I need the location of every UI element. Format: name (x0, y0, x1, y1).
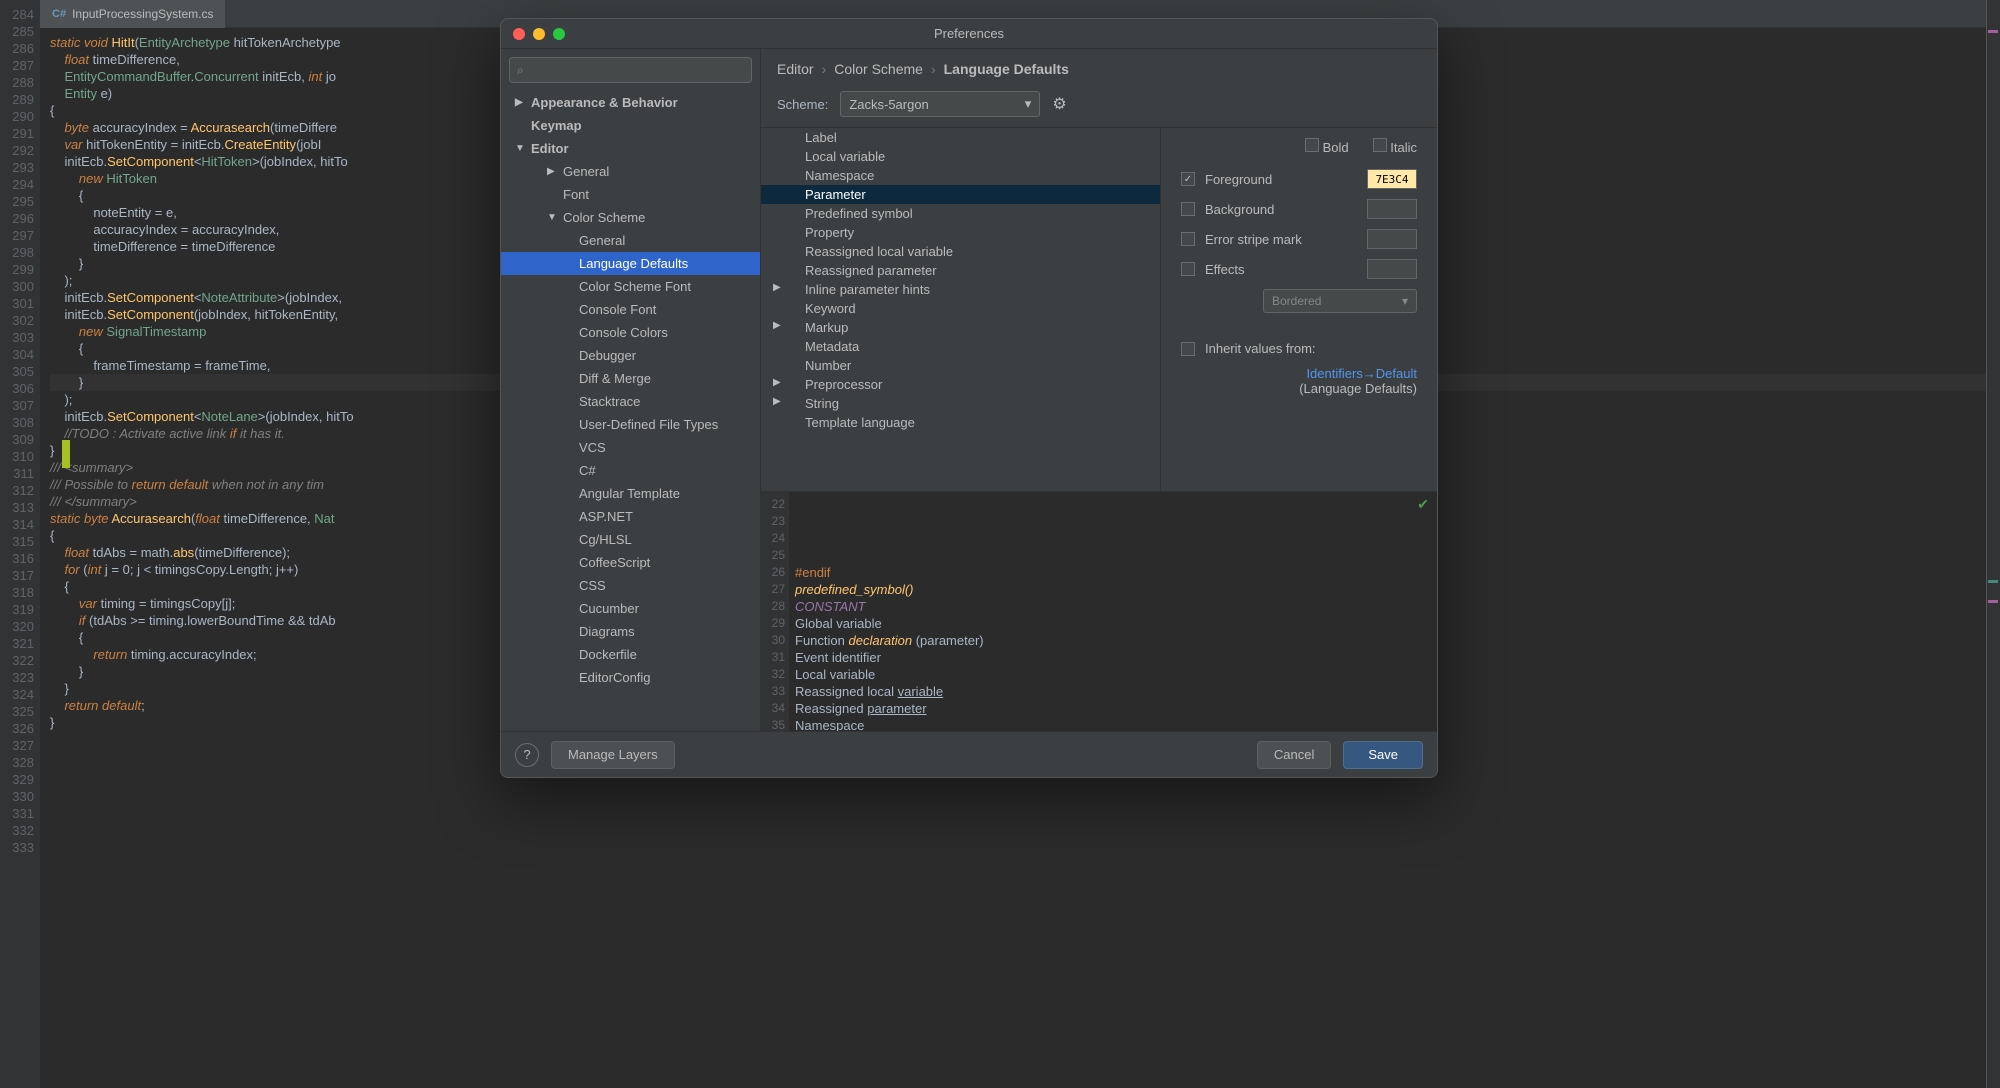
close-icon[interactable] (513, 28, 525, 40)
bold-check[interactable]: Bold (1305, 138, 1349, 155)
dialog-title: Preferences (934, 26, 1004, 41)
inherit-label: Inherit values from: (1205, 341, 1417, 356)
sidebar-item-color-scheme[interactable]: ▼Color Scheme (501, 206, 760, 229)
chevron-down-icon: ▾ (1025, 96, 1032, 112)
scheme-row: Scheme: Zacks-5argon▾ ⚙ (761, 77, 1437, 128)
chevron-down-icon: ▾ (1402, 294, 1408, 308)
background-check[interactable] (1181, 202, 1195, 216)
scheme-label: Scheme: (777, 97, 828, 112)
attr-string[interactable]: ▶String (761, 394, 1160, 413)
status-ok-icon: ✔ (1417, 496, 1429, 513)
sidebar-item-font[interactable]: Font (501, 183, 760, 206)
sidebar-item-editor[interactable]: ▼Editor (501, 137, 760, 160)
effects-label: Effects (1205, 262, 1357, 277)
attr-number[interactable]: Number (761, 356, 1160, 375)
change-marker (62, 440, 70, 468)
effects-type-select[interactable]: Bordered▾ (1263, 289, 1417, 313)
foreground-swatch[interactable]: 7E3C4 (1367, 169, 1417, 189)
help-button[interactable]: ? (515, 743, 539, 767)
cancel-button[interactable]: Cancel (1257, 741, 1331, 769)
sidebar-item-appearance-behavior[interactable]: ▶Appearance & Behavior (501, 91, 760, 114)
gear-icon[interactable]: ⚙ (1052, 94, 1066, 114)
sidebar-item-color-scheme-font[interactable]: Color Scheme Font (501, 275, 760, 298)
inherit-link[interactable]: Identifiers→Default (1181, 366, 1417, 381)
sidebar-item-vcs[interactable]: VCS (501, 436, 760, 459)
settings-search-input[interactable] (509, 57, 752, 83)
attr-parameter[interactable]: Parameter (761, 185, 1160, 204)
sidebar-item-keymap[interactable]: Keymap (501, 114, 760, 137)
window-controls (513, 28, 565, 40)
inherit-sub: (Language Defaults) (1181, 381, 1417, 396)
attr-label[interactable]: Label (761, 128, 1160, 147)
attr-preprocessor[interactable]: ▶Preprocessor (761, 375, 1160, 394)
breadcrumb: Editor›Color Scheme›Language Defaults (761, 49, 1437, 77)
sidebar-item-stacktrace[interactable]: Stacktrace (501, 390, 760, 413)
sidebar-item-asp-net[interactable]: ASP.NET (501, 505, 760, 528)
line-number-gutter: 2842852862872882892902912922932942952962… (0, 0, 40, 1088)
manage-layers-button[interactable]: Manage Layers (551, 741, 675, 769)
attr-namespace[interactable]: Namespace (761, 166, 1160, 185)
sidebar-item-console-font[interactable]: Console Font (501, 298, 760, 321)
right-rail (1986, 0, 2000, 1088)
titlebar: Preferences (501, 19, 1437, 49)
attr-markup[interactable]: ▶Markup (761, 318, 1160, 337)
settings-sidebar: ⌕ ▶Appearance & BehaviorKeymap▼Editor▶Ge… (501, 49, 761, 731)
preview-pane: ✔ 2223242526272829303132333435 #endifpre… (761, 491, 1437, 731)
sidebar-item-coffeescript[interactable]: CoffeeScript (501, 551, 760, 574)
sidebar-item-diagrams[interactable]: Diagrams (501, 620, 760, 643)
sidebar-item-console-colors[interactable]: Console Colors (501, 321, 760, 344)
error-stripe-swatch[interactable] (1367, 229, 1417, 249)
sidebar-item-editorconfig[interactable]: EditorConfig (501, 666, 760, 689)
inherit-check[interactable] (1181, 342, 1195, 356)
sidebar-item-c-[interactable]: C# (501, 459, 760, 482)
error-stripe-check[interactable] (1181, 232, 1195, 246)
sidebar-item-cucumber[interactable]: Cucumber (501, 597, 760, 620)
minimize-icon[interactable] (533, 28, 545, 40)
zoom-icon[interactable] (553, 28, 565, 40)
scheme-select[interactable]: Zacks-5argon▾ (840, 91, 1040, 117)
tab-lang-badge: C# (52, 8, 66, 20)
tab-filename: InputProcessingSystem.cs (72, 7, 213, 21)
sidebar-item-user-defined-file-types[interactable]: User-Defined File Types (501, 413, 760, 436)
sidebar-item-dockerfile[interactable]: Dockerfile (501, 643, 760, 666)
sidebar-item-css[interactable]: CSS (501, 574, 760, 597)
background-swatch[interactable] (1367, 199, 1417, 219)
save-button[interactable]: Save (1343, 741, 1423, 769)
attr-predefined-symbol[interactable]: Predefined symbol (761, 204, 1160, 223)
sidebar-item-general[interactable]: ▶General (501, 160, 760, 183)
attr-metadata[interactable]: Metadata (761, 337, 1160, 356)
foreground-check[interactable] (1181, 172, 1195, 186)
file-tab[interactable]: C# InputProcessingSystem.cs (40, 0, 225, 28)
attribute-list[interactable]: LabelLocal variableNamespaceParameterPre… (761, 128, 1161, 491)
sidebar-item-diff-merge[interactable]: Diff & Merge (501, 367, 760, 390)
search-icon: ⌕ (517, 63, 524, 78)
foreground-label: Foreground (1205, 172, 1357, 187)
italic-check[interactable]: Italic (1373, 138, 1417, 155)
dialog-footer: ? Manage Layers Cancel Save (501, 731, 1437, 777)
attr-reassigned-local-variable[interactable]: Reassigned local variable (761, 242, 1160, 261)
style-panel: Bold Italic Foreground 7E3C4 Background (1161, 128, 1437, 491)
preferences-dialog: Preferences ⌕ ▶Appearance & BehaviorKeym… (500, 18, 1438, 778)
sidebar-item-cg-hlsl[interactable]: Cg/HLSL (501, 528, 760, 551)
sidebar-item-general[interactable]: General (501, 229, 760, 252)
attr-reassigned-parameter[interactable]: Reassigned parameter (761, 261, 1160, 280)
background-label: Background (1205, 202, 1357, 217)
effects-check[interactable] (1181, 262, 1195, 276)
attr-keyword[interactable]: Keyword (761, 299, 1160, 318)
effects-swatch[interactable] (1367, 259, 1417, 279)
attr-template-language[interactable]: Template language (761, 413, 1160, 432)
settings-tree[interactable]: ▶Appearance & BehaviorKeymap▼Editor▶Gene… (501, 91, 760, 731)
settings-content: Editor›Color Scheme›Language Defaults Sc… (761, 49, 1437, 731)
sidebar-item-language-defaults[interactable]: Language Defaults (501, 252, 760, 275)
attr-inline-parameter-hints[interactable]: ▶Inline parameter hints (761, 280, 1160, 299)
error-stripe-label: Error stripe mark (1205, 232, 1357, 247)
sidebar-item-debugger[interactable]: Debugger (501, 344, 760, 367)
attr-local-variable[interactable]: Local variable (761, 147, 1160, 166)
sidebar-item-angular-template[interactable]: Angular Template (501, 482, 760, 505)
attr-property[interactable]: Property (761, 223, 1160, 242)
